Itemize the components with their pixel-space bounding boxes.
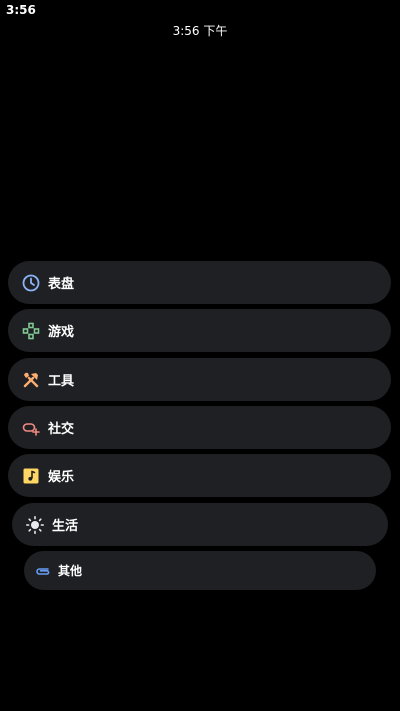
menu-item-games[interactable]: 游戏 — [8, 309, 391, 352]
menu-item-label: 其他 — [58, 564, 83, 578]
watch-time: 3:56 下午 — [172, 24, 228, 38]
gamepad-icon — [20, 320, 42, 342]
menu-item-entertainment[interactable]: 娱乐 — [8, 454, 391, 497]
menu-item-life[interactable]: 生活 — [12, 503, 388, 546]
menu-item-label: 游戏 — [48, 325, 75, 340]
menu-item-label: 生活 — [52, 519, 79, 534]
menu-item-social[interactable]: 社交 — [8, 406, 391, 449]
menu-item-label: 表盘 — [48, 277, 75, 292]
clip-icon — [34, 562, 52, 580]
menu-item-watch-faces[interactable]: 表盘 — [8, 261, 391, 304]
menu-item-other[interactable]: 其他 — [24, 551, 376, 590]
menu-item-label: 娱乐 — [48, 470, 75, 485]
menu-item-label: 工具 — [48, 374, 75, 389]
menu-item-label: 社交 — [48, 422, 75, 437]
music-icon — [20, 465, 42, 487]
clock-icon — [20, 272, 42, 294]
sun-icon — [24, 514, 46, 536]
social-icon — [20, 417, 42, 439]
status-bar-time: 3:56 — [6, 3, 36, 17]
tools-icon — [20, 369, 42, 391]
menu-item-tools[interactable]: 工具 — [8, 358, 391, 401]
